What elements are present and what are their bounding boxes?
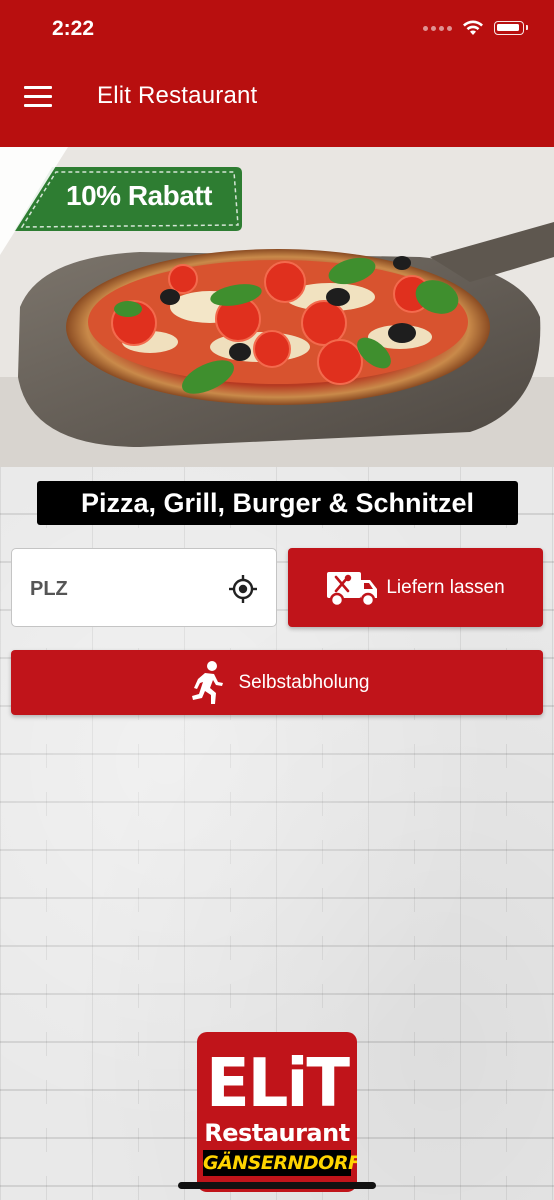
discount-badge: 10% Rabatt bbox=[66, 180, 212, 211]
cellular-signal-icon bbox=[423, 25, 452, 31]
status-icons bbox=[423, 20, 528, 36]
my-location-icon[interactable] bbox=[228, 574, 258, 604]
logo-city: GÄNSERNDORF bbox=[203, 1150, 357, 1176]
delivery-truck-icon bbox=[327, 571, 378, 607]
logo-elit: ELiT bbox=[205, 1045, 350, 1123]
battery-icon bbox=[494, 21, 528, 35]
status-time: 2:22 bbox=[52, 17, 95, 40]
app-title: Elit Restaurant bbox=[97, 82, 258, 109]
tagline-banner: Pizza, Grill, Burger & Schnitzel bbox=[37, 481, 518, 525]
logo-restaurant: Restaurant bbox=[204, 1119, 350, 1147]
running-person-icon bbox=[191, 660, 223, 704]
status-bar: 2:22 bbox=[0, 0, 554, 56]
pickup-button[interactable]: Selbstabholung bbox=[11, 650, 543, 715]
plz-input[interactable] bbox=[28, 571, 222, 607]
restaurant-logo: ELiT Restaurant GÄNSERNDORF bbox=[197, 1032, 357, 1192]
hamburger-menu-icon[interactable] bbox=[24, 86, 52, 108]
wifi-icon bbox=[463, 20, 483, 35]
plz-field[interactable] bbox=[11, 548, 277, 627]
app-bar: Elit Restaurant bbox=[0, 56, 554, 147]
pickup-button-label: Selbstabholung bbox=[238, 671, 370, 693]
hero-banner: 10% Rabatt bbox=[0, 147, 554, 467]
deliver-button[interactable]: Liefern lassen bbox=[288, 548, 543, 627]
home-indicator bbox=[178, 1182, 376, 1189]
deliver-button-label: Liefern lassen bbox=[386, 576, 505, 598]
